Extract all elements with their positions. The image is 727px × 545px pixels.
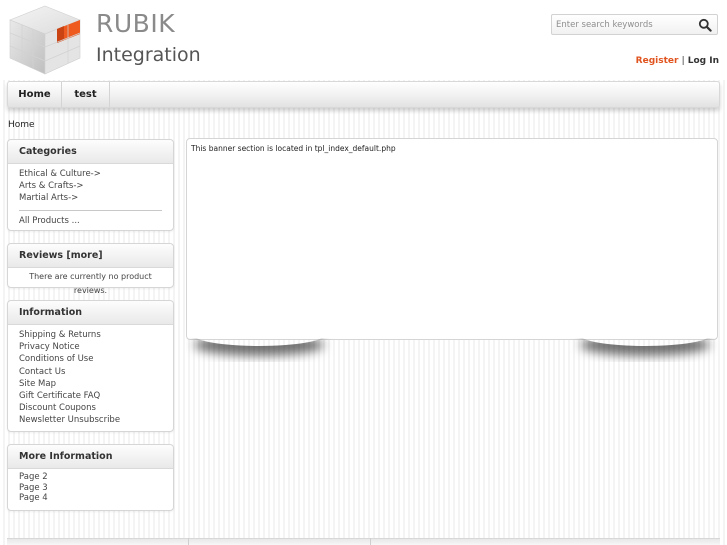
- info-link-coupons[interactable]: Discount Coupons: [19, 402, 162, 414]
- more-information-title: More Information: [8, 445, 173, 469]
- categories-divider: [19, 209, 162, 211]
- banner-text: This banner section is located in tpl_in…: [191, 144, 396, 153]
- breadcrumb[interactable]: Home: [8, 120, 35, 130]
- footer-divider: [188, 538, 189, 545]
- categories-box: Categories Ethical & Culture-> Arts & Cr…: [7, 139, 174, 231]
- all-products-link[interactable]: All Products ...: [19, 215, 162, 227]
- nav-home[interactable]: Home: [8, 82, 62, 107]
- reviews-title[interactable]: Reviews [more]: [8, 244, 173, 268]
- info-link-privacy[interactable]: Privacy Notice: [19, 341, 162, 353]
- reviews-box: Reviews [more] There are currently no pr…: [7, 243, 174, 295]
- category-link[interactable]: Martial Arts->: [19, 192, 162, 204]
- categories-title: Categories: [8, 140, 173, 164]
- info-link-shipping[interactable]: Shipping & Returns: [19, 329, 162, 341]
- info-link-conditions[interactable]: Conditions of Use: [19, 353, 162, 365]
- banner-shadow: [186, 338, 718, 362]
- site-header: RUBIK Integration Register | Log In: [0, 0, 727, 80]
- login-link[interactable]: Log In: [688, 56, 719, 66]
- info-link-sitemap[interactable]: Site Map: [19, 378, 162, 390]
- search-box: [551, 14, 718, 35]
- page-link-2[interactable]: Page 2: [19, 472, 162, 483]
- information-title: Information: [8, 301, 173, 325]
- information-box: Information Shipping & Returns Privacy N…: [7, 300, 174, 432]
- banner-shadow-right: [580, 338, 710, 346]
- auth-separator: |: [681, 56, 685, 66]
- info-link-contact[interactable]: Contact Us: [19, 366, 162, 378]
- more-information-list: Page 2 Page 3 Page 4: [8, 469, 173, 510]
- information-list: Shipping & Returns Privacy Notice Condit…: [8, 325, 173, 433]
- rubik-cube-logo[interactable]: [6, 4, 84, 76]
- more-information-box: More Information Page 2 Page 3 Page 4: [7, 444, 174, 511]
- nav-test[interactable]: test: [62, 82, 110, 107]
- reviews-body: There are currently no product reviews.: [8, 268, 173, 304]
- category-link[interactable]: Ethical & Culture->: [19, 168, 162, 180]
- register-link[interactable]: Register: [636, 56, 679, 66]
- category-link[interactable]: Arts & Crafts->: [19, 180, 162, 192]
- reviews-message: There are currently no product reviews.: [29, 272, 152, 295]
- footer-bar: [7, 538, 720, 545]
- info-link-gift-faq[interactable]: Gift Certificate FAQ: [19, 390, 162, 402]
- footer-divider: [370, 538, 371, 545]
- auth-links: Register | Log In: [636, 56, 719, 66]
- categories-list: Ethical & Culture-> Arts & Crafts-> Mart…: [8, 164, 173, 233]
- page-link-3[interactable]: Page 3: [19, 483, 162, 494]
- info-link-unsubscribe[interactable]: Newsletter Unsubscribe: [19, 414, 162, 426]
- main-banner: This banner section is located in tpl_in…: [186, 138, 718, 340]
- main-nav: Home test: [7, 81, 720, 108]
- search-icon[interactable]: [698, 18, 712, 32]
- brand-subtitle: Integration: [96, 44, 201, 66]
- page-link-4[interactable]: Page 4: [19, 493, 162, 504]
- brand-title: RUBIK: [96, 9, 176, 38]
- search-input[interactable]: [552, 15, 692, 34]
- banner-shadow-left: [194, 338, 324, 346]
